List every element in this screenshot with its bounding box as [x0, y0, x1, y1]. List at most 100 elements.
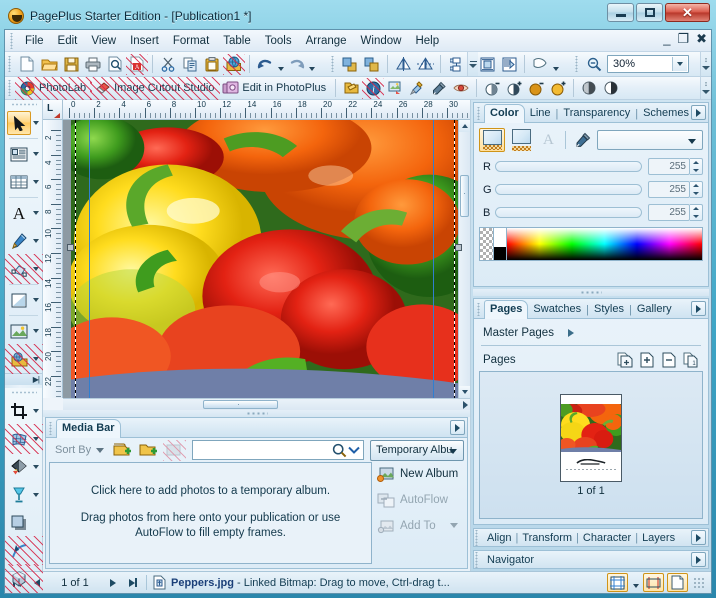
tab-line[interactable]: Line [525, 105, 556, 122]
channel-slider-r[interactable] [495, 161, 642, 172]
tool-quickshape[interactable] [5, 286, 42, 314]
photo-toolbar-overflow[interactable]: ↕ [700, 77, 711, 99]
cut-button[interactable] [157, 54, 179, 75]
photo-toolbar-grip[interactable] [7, 80, 13, 96]
menu-table[interactable]: Table [216, 33, 258, 49]
mdi-minimize-button[interactable]: _ [663, 32, 670, 46]
increase-brightness-button[interactable] [503, 78, 525, 99]
pages-panel-menu-arrow-icon[interactable] [691, 301, 706, 316]
tool-artistic-text-dropdown[interactable] [31, 201, 40, 225]
tool-picture-frame[interactable] [5, 317, 42, 345]
color-eyedropper-button[interactable] [573, 129, 593, 151]
save-publication-button[interactable] [60, 54, 82, 75]
tool-text-frame[interactable] [5, 140, 42, 168]
last-page-button[interactable] [123, 574, 143, 592]
transparency-glass-icon[interactable] [7, 483, 31, 507]
guide-line-left[interactable] [89, 120, 90, 398]
tab-gallery[interactable]: Gallery [632, 301, 677, 318]
mdi-restore-button[interactable]: ❐ [677, 32, 689, 46]
letter-a-icon[interactable]: A [7, 201, 31, 225]
tab-navigator[interactable]: Navigator [483, 554, 538, 566]
tool-table-dropdown[interactable] [31, 170, 40, 194]
menu-tools[interactable]: Tools [258, 33, 299, 49]
zoom-dropdown-arrow[interactable] [672, 57, 687, 71]
edit-in-photoplus-button[interactable]: Edit in PhotoPlus [219, 78, 331, 99]
channel-value-b[interactable]: 255 [648, 204, 690, 221]
publish-web-button[interactable] [223, 53, 245, 75]
tab-pages[interactable]: Pages [484, 300, 529, 319]
replace-picture-button[interactable] [384, 78, 406, 99]
menu-view[interactable]: View [84, 33, 123, 49]
text-wrap-button[interactable] [476, 54, 498, 75]
toolgroup-collapse-button[interactable]: ▶| [5, 373, 42, 385]
sort-by-dropdown-icon[interactable] [96, 447, 105, 453]
chevron-down-icon[interactable] [347, 444, 361, 457]
black-white-swatch[interactable] [494, 228, 507, 260]
selection-handle-right[interactable] [455, 244, 462, 251]
arrow-pointer-icon[interactable] [7, 111, 31, 135]
vertical-scrollbar[interactable] [458, 120, 470, 398]
master-pages-expander-icon[interactable] [567, 329, 574, 337]
channel-spinner-r[interactable] [690, 158, 703, 175]
tab-schemes[interactable]: Schemes [638, 105, 694, 122]
align-dock-grip[interactable] [474, 529, 480, 546]
add-folder-button[interactable] [137, 440, 160, 461]
tool-pencil[interactable] [5, 227, 42, 255]
table-grid-icon[interactable] [7, 170, 31, 194]
tab-transform[interactable]: Transform [518, 532, 576, 544]
toolgroup-grip[interactable] [5, 100, 42, 109]
invert-colors-button[interactable] [600, 78, 622, 99]
tool-3d-extrusion[interactable] [5, 564, 43, 593]
arrange-toolbar-overflow[interactable] [467, 52, 478, 76]
print-preview-button[interactable] [104, 54, 126, 75]
delete-page-button[interactable] [660, 352, 677, 369]
tab-layers[interactable]: Layers [638, 532, 679, 544]
menu-arrange[interactable]: Arrange [299, 33, 354, 49]
tool-transparency-dropdown[interactable] [31, 483, 40, 507]
mesh-warp-icon[interactable] [7, 427, 31, 451]
print-button[interactable] [82, 54, 104, 75]
next-page-button[interactable] [103, 574, 123, 592]
channel-value-r[interactable]: 255 [648, 158, 690, 175]
toolgroup-grip[interactable] [5, 388, 42, 397]
color-spectrum-strip[interactable] [479, 227, 703, 261]
shape-tool-button[interactable] [529, 54, 551, 75]
spectrum-picker[interactable] [507, 228, 702, 260]
pages-panel-grip[interactable] [476, 303, 482, 316]
menubar-grip[interactable] [9, 32, 15, 49]
add-to-dropdown-icon[interactable] [450, 523, 458, 528]
horizontal-scrollbar[interactable] [63, 398, 470, 410]
paste-button[interactable] [201, 54, 223, 75]
tool-quickshape-dropdown[interactable] [31, 288, 40, 312]
zoom-toolbar-overflow[interactable]: ↕ [700, 52, 711, 76]
tab-transparency[interactable]: Transparency [558, 105, 635, 122]
tool-artistic-text[interactable]: A [5, 199, 42, 227]
tool-shadow[interactable] [5, 509, 42, 537]
toggle-page-view-button[interactable] [667, 573, 688, 592]
page-thumbnail-list[interactable]: 1 of 1 [479, 371, 703, 519]
tab-align[interactable]: Align [483, 532, 515, 544]
vertical-ruler[interactable]: 2 4 6 8 10 12 14 16 18 20 22 [43, 120, 63, 398]
toggle-guides-dropdown[interactable] [631, 573, 640, 592]
copy-button[interactable] [179, 54, 201, 75]
remove-photo-button[interactable] [163, 439, 187, 461]
channel-slider-b[interactable] [495, 207, 642, 218]
ruler-origin-button[interactable]: L [43, 100, 63, 120]
undo-button[interactable] [254, 54, 276, 75]
menu-insert[interactable]: Insert [123, 33, 166, 49]
shadow-square-icon[interactable] [7, 511, 31, 535]
tab-swatches[interactable]: Swatches [528, 301, 586, 318]
flip-vertical-button[interactable] [414, 54, 436, 75]
channel-slider-g[interactable] [495, 184, 642, 195]
tab-media-bar[interactable]: Media Bar [56, 419, 121, 438]
channel-value-g[interactable]: 255 [648, 181, 690, 198]
node-shapes-icon[interactable] [7, 257, 31, 281]
crop-icon[interactable] [7, 399, 31, 423]
media-bar-menu-arrow-icon[interactable] [450, 420, 465, 435]
album-selector-combobox[interactable]: Temporary Albu [370, 439, 464, 461]
cube-3d-icon[interactable] [7, 567, 31, 591]
tool-shape-node-dropdown[interactable] [31, 257, 40, 281]
zoom-toolbar-grip[interactable] [574, 56, 580, 72]
group-objects-button[interactable] [445, 54, 467, 75]
pencil-icon[interactable] [7, 229, 31, 253]
